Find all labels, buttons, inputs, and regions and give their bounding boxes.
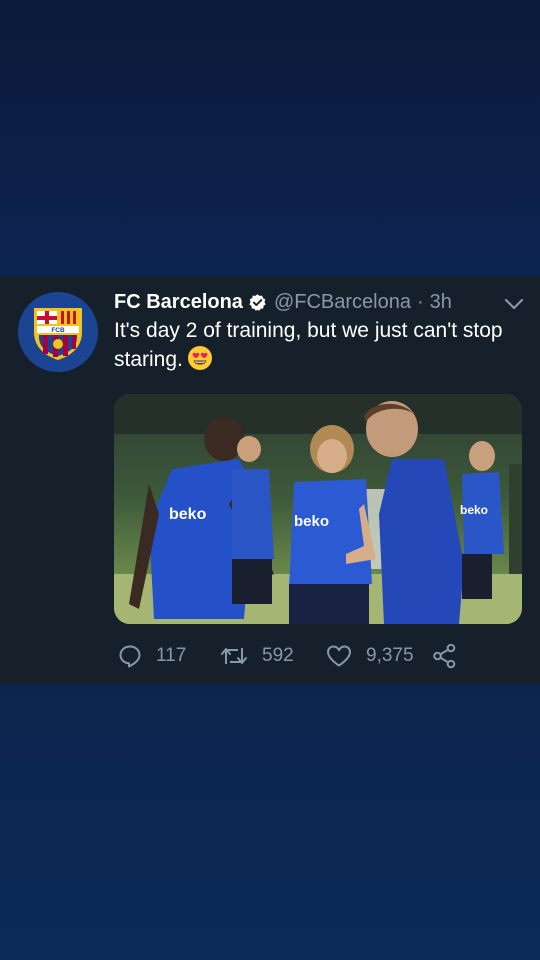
retweet-button[interactable]: 592	[220, 640, 294, 672]
share-button[interactable]	[432, 640, 458, 672]
tweet-text-content: It's day 2 of training, but we just can'…	[114, 319, 503, 371]
tweet-photo[interactable]: beko beko beko	[114, 394, 522, 624]
time-separator: ·	[416, 290, 424, 313]
crest-text: FCB	[51, 327, 65, 334]
tweet-header: FC Barcelona @FCBarcelona · 3h	[114, 288, 452, 316]
shirt-sponsor-center: beko	[294, 513, 329, 530]
reply-button[interactable]: 117	[118, 640, 186, 672]
share-icon	[433, 643, 456, 669]
like-count: 9,375	[366, 645, 414, 666]
reply-icon	[119, 645, 141, 668]
verified-badge-icon	[248, 293, 267, 312]
retweet-count: 592	[262, 645, 294, 666]
tweet-text: It's day 2 of training, but we just can'…	[114, 316, 524, 374]
heart-icon	[327, 645, 351, 667]
heart-eyes-emoji-icon	[187, 345, 212, 370]
fcb-crest-logo: FCB	[18, 292, 98, 372]
like-button[interactable]: 9,375	[326, 640, 414, 672]
author-handle[interactable]: @FCBarcelona	[274, 291, 411, 314]
training-photo-image: beko beko beko	[114, 394, 522, 624]
chevron-down-icon[interactable]	[503, 296, 525, 312]
retweet-icon	[221, 648, 247, 664]
tweet-actions: 117 592 9,375	[114, 640, 524, 672]
author-name[interactable]: FC Barcelona	[114, 291, 243, 314]
shirt-sponsor-right: beko	[460, 503, 488, 517]
reply-count: 117	[156, 645, 187, 666]
tweet-time[interactable]: 3h	[430, 291, 452, 314]
avatar[interactable]: FCB	[18, 292, 98, 372]
shirt-sponsor-left: beko	[169, 506, 207, 523]
